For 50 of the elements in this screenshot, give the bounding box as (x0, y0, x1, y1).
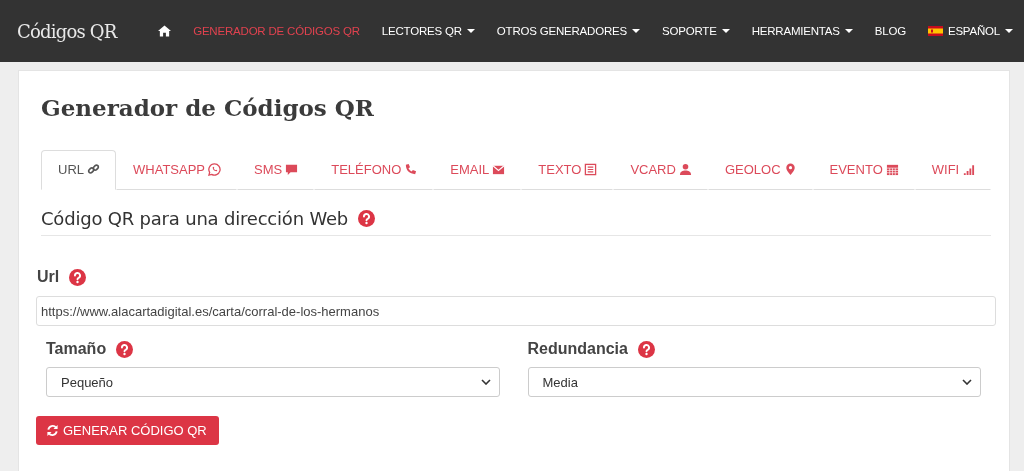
list-icon (584, 163, 598, 176)
help-icon[interactable] (116, 340, 134, 358)
tab[interactable]: WHATSAPP (116, 150, 237, 190)
flag-icon (927, 26, 943, 36)
signal-bars-icon (962, 163, 976, 176)
page-title: Generador de Códigos QR (41, 94, 374, 121)
tab[interactable]: EVENTO (812, 150, 915, 190)
tab[interactable]: GEOLOC (707, 150, 813, 190)
map-pin-icon (783, 163, 797, 176)
person-icon (678, 163, 692, 176)
envelope-icon (492, 163, 506, 176)
chat-phone-icon (208, 163, 221, 176)
refresh-icon (46, 424, 59, 437)
caret-icon (1005, 29, 1013, 33)
nav-link[interactable]: ESPAÑOL (916, 25, 1024, 37)
section-heading: Código QR para una dirección Web (41, 208, 349, 229)
link-icon (87, 163, 100, 176)
nav-link[interactable]: SOPORTE (651, 25, 741, 37)
tab[interactable]: TELÉFONO (314, 150, 434, 190)
nav-link[interactable]: BLOG (863, 25, 917, 37)
help-icon[interactable] (637, 340, 655, 358)
nav-link[interactable]: HERRAMIENTAS (740, 25, 864, 37)
chevron-icon (962, 379, 972, 385)
speech-bubble-icon (285, 163, 299, 176)
tab[interactable]: VCARD (613, 150, 708, 190)
tab[interactable]: TEXTO (521, 150, 614, 190)
calendar-icon (885, 163, 899, 176)
tab[interactable]: SMS (237, 150, 315, 190)
tab[interactable]: URL (41, 150, 116, 190)
home-icon (158, 25, 172, 37)
chevron-icon (480, 379, 491, 385)
caret-icon (844, 29, 853, 33)
field-label: Redundancia (527, 340, 628, 358)
nav-link[interactable]: OTROS GENERADORES (485, 25, 651, 37)
brand-logo[interactable]: Códigos QR (17, 20, 148, 42)
caret-icon (632, 29, 640, 33)
tab[interactable]: WIFI (914, 150, 992, 190)
caret-icon (721, 29, 730, 33)
generate-button[interactable]: GENERAR CÓDIGO QR (36, 416, 219, 445)
help-icon[interactable] (69, 268, 87, 286)
nav-link[interactable]: LECTORES QR (370, 25, 486, 37)
select-dropdown[interactable]: Media (527, 367, 981, 397)
url-input-field[interactable]: https://www.alacartadigital.es/carta/corral-de-los-hermanos (36, 296, 996, 326)
caret-icon (466, 29, 475, 33)
field-label: Url (37, 268, 60, 286)
field-label: Tamaño (46, 340, 107, 358)
select-dropdown[interactable]: Pequeño (46, 367, 500, 397)
tab[interactable]: EMAIL (433, 150, 522, 190)
phone-icon (404, 163, 418, 176)
help-icon[interactable] (358, 210, 376, 227)
